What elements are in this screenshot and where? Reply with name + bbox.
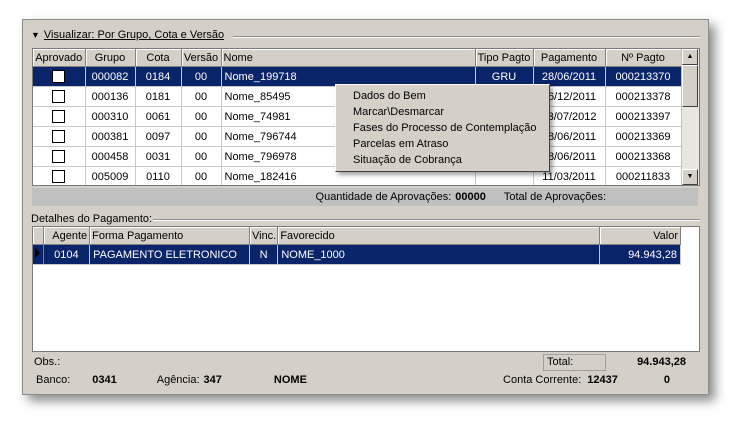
conta-digit: 0 — [663, 374, 670, 386]
col-cota[interactable]: Cota — [135, 49, 182, 67]
cell-agente: 0104 — [43, 244, 91, 265]
table-row[interactable]: 0104 PAGAMENTO ELETRONICO N NOME_1000 94… — [33, 244, 681, 265]
col-tipo-pagto[interactable]: Tipo Pagto — [475, 49, 534, 67]
approve-checkbox[interactable] — [52, 90, 66, 103]
bank-info-bar: Banco: 0341 Agência: 347 NOME Conta Corr… — [32, 372, 698, 388]
approve-checkbox[interactable] — [52, 70, 66, 83]
cell-npagto: 000213369 — [605, 126, 682, 147]
context-menu[interactable]: Dados do Bem Marcar\Desmarcar Fases do P… — [335, 84, 550, 172]
cell-npagto: 000213397 — [605, 106, 682, 127]
col-vinc[interactable]: Vinc. — [249, 227, 279, 245]
scroll-up-icon[interactable]: ▲ — [682, 49, 698, 65]
obs-bar: Obs.: Total: 94.943,28 — [32, 353, 698, 371]
menu-item-marcar-desmarcar[interactable]: Marcar\Desmarcar — [336, 104, 549, 120]
cell-versao: 00 — [181, 146, 222, 167]
total-value: 94.943,28 — [637, 356, 686, 368]
details-divider — [153, 219, 700, 221]
cell-forma: PAGAMENTO ELETRONICO — [89, 244, 250, 265]
current-row-icon — [35, 248, 41, 258]
cell-grupo: 000458 — [85, 146, 136, 167]
menu-item-fases-processo[interactable]: Fases do Processo de Contemplação — [336, 120, 549, 136]
cell-versao: 00 — [181, 166, 222, 185]
bank-name: NOME — [273, 374, 307, 386]
cell-cota: 0181 — [135, 86, 182, 107]
cell-grupo: 000381 — [85, 126, 136, 147]
scroll-down-icon[interactable]: ▼ — [682, 169, 698, 185]
approve-checkbox[interactable] — [52, 110, 66, 123]
cell-cota: 0097 — [135, 126, 182, 147]
approvals-scrollbar[interactable]: ▲ ▼ — [681, 49, 699, 185]
cell-grupo: 000082 — [85, 66, 136, 87]
cell-versao: 00 — [181, 126, 222, 147]
cell-npagto: 000213378 — [605, 86, 682, 107]
triangle-down-icon[interactable]: ▼ — [31, 30, 40, 40]
approve-checkbox[interactable] — [52, 170, 66, 183]
cell-versao: 00 — [181, 106, 222, 127]
agencia-value: 347 — [203, 374, 222, 386]
view-selector[interactable]: ▼ Visualizar: Por Grupo, Cota e Versão — [31, 28, 224, 42]
cell-cota: 0061 — [135, 106, 182, 127]
payment-details-grid[interactable]: Agente Forma Pagamento Vinc. Favorecido … — [32, 226, 700, 352]
menu-item-situacao-cobranca[interactable]: Situação de Cobrança — [336, 152, 549, 168]
col-aprovado[interactable]: Aprovado — [33, 49, 86, 67]
menu-item-dados-do-bem[interactable]: Dados do Bem — [336, 88, 549, 104]
conta-corrente-value: 12437 — [587, 374, 618, 386]
menu-item-parcelas-atraso[interactable]: Parcelas em Atraso — [336, 136, 549, 152]
total-aprovacoes-label: Total de Aprovações: — [503, 191, 606, 203]
cell-npagto: 000213370 — [605, 66, 682, 87]
col-nome[interactable]: Nome — [221, 49, 476, 67]
banco-label: Banco: — [36, 374, 71, 386]
agencia-label: Agência: — [156, 374, 200, 386]
details-section-label: Detalhes do Pagamento: — [31, 213, 153, 225]
cell-favorecido: NOME_1000 — [277, 244, 601, 265]
cell-cota: 0110 — [135, 166, 182, 185]
cell-npagto: 000211833 — [605, 166, 682, 185]
cell-npagto: 000213368 — [605, 146, 682, 167]
cell-grupo: 000310 — [85, 106, 136, 127]
col-agente[interactable]: Agente — [43, 227, 91, 245]
cell-grupo: 000136 — [85, 86, 136, 107]
approvals-summary: Quantidade de Aprovações: 00000 Total de… — [32, 188, 698, 206]
view-selector-label: Visualizar: Por Grupo, Cota e Versão — [43, 29, 225, 41]
qtd-aprovacoes-value: 00000 — [455, 191, 486, 203]
cell-cota: 0184 — [135, 66, 182, 87]
col-grupo[interactable]: Grupo — [85, 49, 136, 67]
approve-checkbox[interactable] — [52, 150, 66, 163]
conta-corrente-label: Conta Corrente: — [503, 374, 582, 386]
group-divider — [233, 36, 700, 38]
approvals-header: Aprovado Grupo Cota Versão Nome Tipo Pag… — [33, 49, 682, 67]
cell-cota: 0031 — [135, 146, 182, 167]
row-indicator-header — [33, 227, 44, 245]
banco-value: 0341 — [92, 374, 117, 386]
col-pagamento[interactable]: Pagamento — [533, 49, 606, 67]
col-forma-pagamento[interactable]: Forma Pagamento — [89, 227, 250, 245]
details-header: Agente Forma Pagamento Vinc. Favorecido … — [33, 227, 681, 245]
qtd-aprovacoes-label: Quantidade de Aprovações: — [315, 191, 452, 203]
cell-valor: 94.943,28 — [599, 244, 681, 265]
col-n-pagto[interactable]: Nº Pagto — [605, 49, 682, 67]
cell-versao: 00 — [181, 66, 222, 87]
cell-versao: 00 — [181, 86, 222, 107]
row-indicator — [33, 244, 44, 265]
col-versao[interactable]: Versão — [181, 49, 222, 67]
total-label: Total: — [543, 353, 606, 371]
col-favorecido[interactable]: Favorecido — [277, 227, 601, 245]
col-valor[interactable]: Valor — [599, 227, 681, 245]
window: ▼ Visualizar: Por Grupo, Cota e Versão A… — [22, 19, 709, 395]
cell-grupo: 005009 — [85, 166, 136, 185]
obs-label: Obs.: — [34, 356, 61, 368]
scroll-thumb[interactable] — [682, 65, 698, 107]
approve-checkbox[interactable] — [52, 130, 66, 143]
cell-vinc: N — [249, 244, 279, 265]
